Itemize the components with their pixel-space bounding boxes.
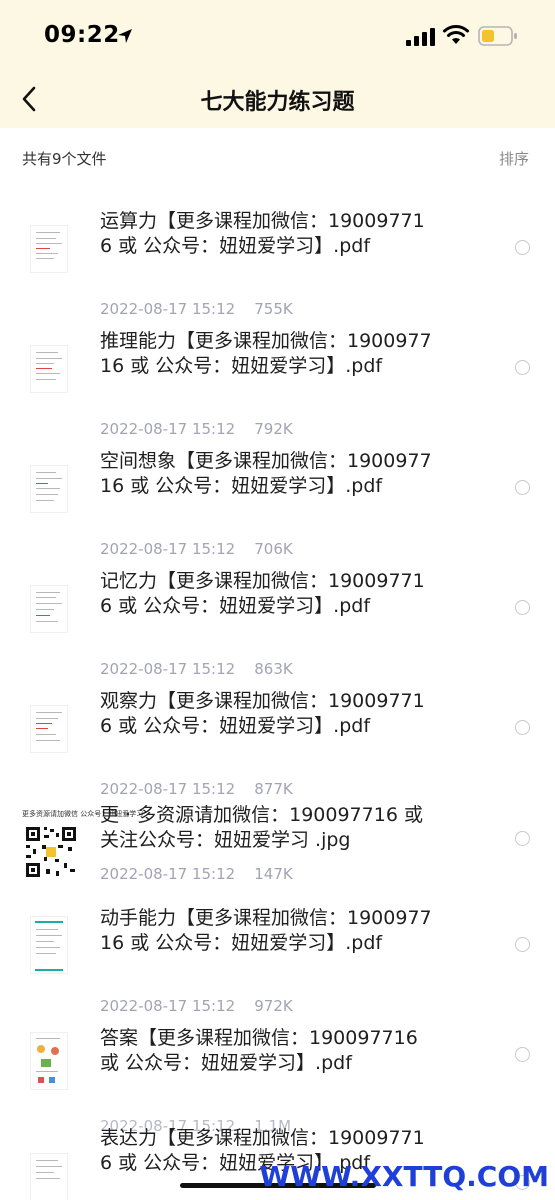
file-name: 观察力【更多课程加微信：190097716 或 公众号：妞妞爱学习】.pdf <box>100 690 425 737</box>
thumbnail-caption: 更多资源请加微信 公众号：妞妞爱学习 <box>22 810 144 818</box>
file-item[interactable]: 动手能力【更多课程加微信：190097716 或 公众号：妞妞爱学习】.pdf … <box>0 902 555 1022</box>
location-arrow-icon <box>118 29 132 43</box>
select-radio[interactable] <box>515 600 530 615</box>
file-item[interactable]: 答案【更多课程加微信：190097716 或 公众号：妞妞爱学习】.pdf 20… <box>0 1022 555 1142</box>
file-meta: 2022-08-17 15:12 792K <box>100 420 293 438</box>
file-name: 运算力【更多课程加微信：190097716 或 公众号：妞妞爱学习】.pdf <box>100 210 425 257</box>
select-radio[interactable] <box>515 360 530 375</box>
file-item[interactable]: 推理能力【更多课程加微信：190097716 或 公众号：妞妞爱学习】.pdf … <box>0 325 555 445</box>
file-name: 更 · 多资源请加微信：190097716 或关注公众号：妞妞爱学习 .jpg <box>100 804 423 851</box>
battery-icon <box>478 26 517 46</box>
pdf-thumbnail <box>30 1153 68 1200</box>
pdf-thumbnail <box>30 585 68 633</box>
file-list: 运算力【更多课程加微信：190097716 或 公众号：妞妞爱学习】.pdf 2… <box>0 188 555 1200</box>
file-name: 空间想象【更多课程加微信：190097716 或 公众号：妞妞爱学习】.pdf <box>100 450 432 497</box>
qr-code-thumbnail: 更多资源请加微信 公众号：妞妞爱学习 <box>22 810 143 881</box>
select-radio[interactable] <box>515 1047 530 1062</box>
status-bar: 09:22 <box>0 0 555 72</box>
file-meta: 2022-08-17 15:12 706K <box>100 540 293 558</box>
wifi-icon <box>443 25 469 44</box>
select-radio[interactable] <box>515 831 530 846</box>
file-item[interactable]: 观察力【更多课程加微信：190097716 或 公众号：妞妞爱学习】.pdf 2… <box>0 685 555 805</box>
list-header: 共有9个文件 排序 <box>0 128 555 188</box>
file-name: 答案【更多课程加微信：190097716 或 公众号：妞妞爱学习】.pdf <box>100 1027 418 1074</box>
file-meta: 2022-08-17 15:12 863K <box>100 660 293 678</box>
watermark: WWW.XXTTQ.COM <box>259 1160 549 1193</box>
pdf-thumbnail <box>30 225 68 273</box>
file-meta: 2022-08-17 15:12 877K <box>100 780 293 798</box>
file-meta: 2022-08-17 15:12 147K <box>100 865 293 883</box>
sort-button[interactable]: 排序 <box>499 148 529 169</box>
file-meta: 2022-08-17 15:12 972K <box>100 997 293 1015</box>
pdf-thumbnail <box>30 1032 68 1090</box>
page-title: 七大能力练习题 <box>200 90 355 115</box>
pdf-thumbnail <box>30 465 68 513</box>
file-name: 推理能力【更多课程加微信：190097716 或 公众号：妞妞爱学习】.pdf <box>100 330 432 377</box>
status-time: 09:22 <box>44 22 120 48</box>
pdf-thumbnail <box>30 705 68 753</box>
qr-code-icon <box>26 827 76 877</box>
top-area: 09:22 七大能力练习题 <box>0 0 555 128</box>
file-item[interactable]: 记忆力【更多课程加微信：190097716 或 公众号：妞妞爱学习】.pdf 2… <box>0 565 555 685</box>
select-radio[interactable] <box>515 480 530 495</box>
pdf-thumbnail <box>30 345 68 393</box>
file-count: 共有9个文件 <box>22 150 107 168</box>
select-radio[interactable] <box>515 240 530 255</box>
select-radio[interactable] <box>515 720 530 735</box>
file-name: 动手能力【更多课程加微信：190097716 或 公众号：妞妞爱学习】.pdf <box>100 907 432 954</box>
navigation-bar: 七大能力练习题 <box>0 72 555 128</box>
file-item[interactable]: 运算力【更多课程加微信：190097716 或 公众号：妞妞爱学习】.pdf 2… <box>0 205 555 325</box>
file-name: 记忆力【更多课程加微信：190097716 或 公众号：妞妞爱学习】.pdf <box>100 570 425 617</box>
cellular-signal-icon <box>406 28 435 46</box>
file-item[interactable]: 空间想象【更多课程加微信：190097716 或 公众号：妞妞爱学习】.pdf … <box>0 445 555 565</box>
select-radio[interactable] <box>515 937 530 952</box>
pdf-thumbnail <box>30 916 68 974</box>
file-meta: 2022-08-17 15:12 755K <box>100 300 293 318</box>
